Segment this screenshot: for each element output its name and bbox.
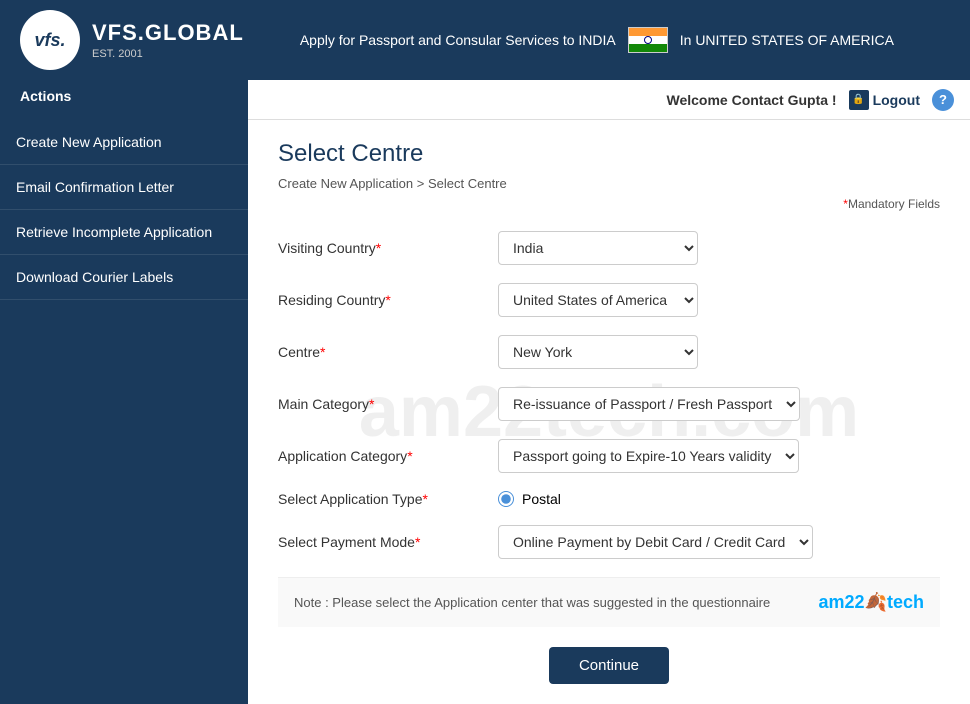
header-tagline: Apply for Passport and Consular Services… [300, 32, 616, 48]
am22tech-logo: am22🍂tech [819, 592, 924, 613]
mandatory-note: *Mandatory Fields [278, 197, 940, 211]
main-category-select[interactable]: Re-issuance of Passport / Fresh Passport [498, 387, 800, 421]
sidebar: Create New Application Email Confirmatio… [0, 120, 248, 704]
main-layout: Create New Application Email Confirmatio… [0, 120, 970, 704]
breadcrumb-separator: > [417, 176, 428, 191]
flag-white [629, 36, 667, 44]
application-type-label: Select Application Type* [278, 491, 478, 507]
postal-label: Postal [522, 491, 561, 507]
page-title: Select Centre [278, 140, 940, 168]
sidebar-item-retrieve-incomplete-application[interactable]: Retrieve Incomplete Application [0, 210, 248, 255]
india-flag [628, 27, 668, 53]
flag-orange [629, 28, 667, 36]
brand-sub: EST. 2001 [92, 48, 244, 60]
main-category-row: Main Category* Re-issuance of Passport /… [278, 387, 940, 421]
brand-name: VFS.GLOBAL [92, 20, 244, 46]
payment-mode-select[interactable]: Online Payment by Debit Card / Credit Ca… [498, 525, 813, 559]
actions-label: Actions [0, 80, 248, 120]
continue-button-area: Continue [278, 647, 940, 684]
form-area: Visiting Country* India Residing Country… [278, 231, 940, 559]
visiting-country-select[interactable]: India [498, 231, 698, 265]
content-area: am22tech.com Select Centre Create New Ap… [248, 120, 970, 704]
sidebar-item-download-courier-labels[interactable]: Download Courier Labels [0, 255, 248, 300]
residing-country-row: Residing Country* United States of Ameri… [278, 283, 940, 317]
top-bar-right: Welcome Contact Gupta ! 🔒 Logout ? [248, 80, 970, 120]
centre-row: Centre* New York [278, 335, 940, 369]
header-location: In UNITED STATES OF AMERICA [680, 32, 894, 48]
logout-button[interactable]: 🔒 Logout [849, 90, 920, 110]
payment-mode-label: Select Payment Mode* [278, 534, 478, 550]
sidebar-item-create-new-application[interactable]: Create New Application [0, 120, 248, 165]
sidebar-item-email-confirmation-letter[interactable]: Email Confirmation Letter [0, 165, 248, 210]
note-text: Note : Please select the Application cen… [294, 595, 770, 610]
application-type-row: Select Application Type* Postal [278, 491, 940, 507]
flag-ashoka [644, 36, 652, 44]
note-area: Note : Please select the Application cen… [278, 577, 940, 627]
actions-topbar: Actions Welcome Contact Gupta ! 🔒 Logout… [0, 80, 970, 120]
visiting-country-label: Visiting Country* [278, 240, 478, 256]
logo-area: vfs. VFS.GLOBAL EST. 2001 [20, 10, 244, 70]
continue-button[interactable]: Continue [549, 647, 669, 684]
breadcrumb: Create New Application > Select Centre [278, 176, 940, 191]
header-center: Apply for Passport and Consular Services… [244, 27, 950, 53]
application-type-radio-group: Postal [498, 491, 561, 507]
residing-country-label: Residing Country* [278, 292, 478, 308]
application-category-row: Application Category* Passport going to … [278, 439, 940, 473]
residing-country-select[interactable]: United States of America [498, 283, 698, 317]
main-category-label: Main Category* [278, 396, 478, 412]
postal-radio[interactable] [498, 491, 514, 507]
logo-circle: vfs. [20, 10, 80, 70]
application-category-select[interactable]: Passport going to Expire-10 Years validi… [498, 439, 799, 473]
visiting-country-row: Visiting Country* India [278, 231, 940, 265]
breadcrumb-parent: Create New Application [278, 176, 413, 191]
application-category-label: Application Category* [278, 448, 478, 464]
header: vfs. VFS.GLOBAL EST. 2001 Apply for Pass… [0, 0, 970, 80]
breadcrumb-current: Select Centre [428, 176, 507, 191]
centre-label: Centre* [278, 344, 478, 360]
flag-green [629, 44, 667, 52]
payment-mode-row: Select Payment Mode* Online Payment by D… [278, 525, 940, 559]
centre-select[interactable]: New York [498, 335, 698, 369]
logout-icon: 🔒 [849, 90, 869, 110]
help-icon[interactable]: ? [932, 89, 954, 111]
welcome-text: Welcome Contact Gupta ! [666, 92, 836, 108]
